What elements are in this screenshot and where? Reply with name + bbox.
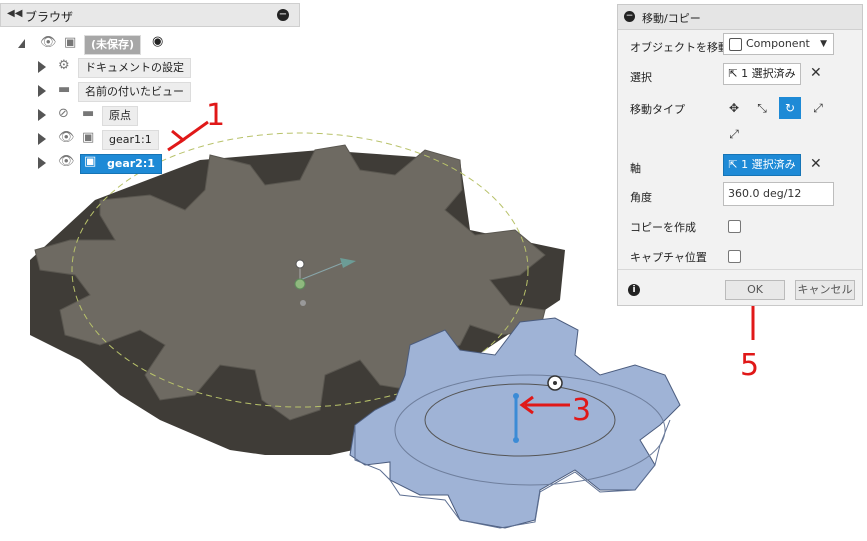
clear-axis-icon[interactable]: ✕ bbox=[810, 156, 822, 172]
minimize-icon[interactable]: − bbox=[277, 9, 289, 21]
folder-icon: ▬ bbox=[58, 82, 71, 97]
annotation-3: 3 bbox=[572, 393, 591, 428]
expand-right-icon[interactable] bbox=[38, 133, 46, 145]
capture-position-label: キャプチャ位置 bbox=[630, 251, 707, 264]
tree-item-origin[interactable]: ⊘ ▬ 原点 bbox=[0, 106, 300, 126]
tree-item-gear1[interactable]: 👁 ▣ gear1:1 bbox=[0, 130, 300, 150]
tree-item-named-views[interactable]: ▬ 名前の付いたビュー bbox=[0, 82, 300, 102]
component-icon: ▣ bbox=[84, 154, 97, 169]
expand-right-icon[interactable] bbox=[38, 61, 46, 73]
collapse-icon[interactable]: ◀◀ bbox=[7, 8, 22, 19]
expand-right-icon[interactable] bbox=[38, 157, 46, 169]
eye-icon[interactable]: 👁 bbox=[58, 154, 75, 169]
folder-icon: ▬ bbox=[82, 106, 95, 121]
expand-down-icon[interactable] bbox=[18, 39, 25, 48]
component-icon: ▣ bbox=[82, 130, 95, 145]
tree-item-label[interactable]: 名前の付いたビュー bbox=[78, 82, 191, 102]
ok-button[interactable]: OK bbox=[725, 280, 785, 300]
create-copy-label: コピーを作成 bbox=[630, 221, 696, 234]
browser-header: ◀◀ ブラウザ − bbox=[0, 3, 300, 27]
move-copy-dialog: − 移動/コピー オブジェクトを移動 Component ▼ 選択 ⇱ 1 選択… bbox=[617, 4, 863, 306]
point-to-point-icon[interactable]: ⤢ bbox=[807, 97, 829, 119]
gear-icon: ⚙ bbox=[58, 58, 70, 73]
divider bbox=[618, 269, 862, 270]
dialog-header: − 移動/コピー bbox=[618, 5, 862, 30]
rotate-icon[interactable]: ↻ bbox=[779, 97, 801, 119]
axis-label: 軸 bbox=[630, 162, 641, 175]
eye-icon[interactable]: 👁 bbox=[40, 35, 57, 50]
selection-label: 選択 bbox=[630, 71, 652, 84]
axis-selection-button[interactable]: ⇱ 1 選択済み bbox=[723, 154, 801, 176]
info-icon[interactable]: i bbox=[628, 284, 640, 296]
create-copy-checkbox[interactable] bbox=[728, 220, 741, 233]
cursor-icon: ⇱ bbox=[728, 158, 742, 171]
dialog-title: 移動/コピー bbox=[642, 12, 701, 25]
clear-selection-icon[interactable]: ✕ bbox=[810, 65, 822, 81]
tree-item-label[interactable]: 原点 bbox=[102, 106, 138, 126]
annotation-5: 5 bbox=[740, 348, 759, 383]
expand-right-icon[interactable] bbox=[38, 85, 46, 97]
move-type-label: 移動タイプ bbox=[630, 103, 685, 116]
selection-value: 1 選択済み bbox=[741, 67, 796, 80]
root-label[interactable]: (未保存) bbox=[84, 35, 142, 55]
activate-radio-icon[interactable]: ◉ bbox=[152, 34, 163, 49]
expand-right-icon[interactable] bbox=[38, 109, 46, 121]
eye-hidden-icon[interactable]: ⊘ bbox=[58, 106, 69, 121]
tree-root[interactable]: 👁 ▣ (未保存) ◉ bbox=[0, 34, 300, 55]
cursor-icon: ⇱ bbox=[728, 67, 742, 80]
browser-title: ブラウザ bbox=[25, 10, 74, 24]
move-object-label: オブジェクトを移動 bbox=[630, 41, 729, 54]
angle-label: 角度 bbox=[630, 191, 652, 204]
browser-panel: ◀◀ ブラウザ − 👁 ▣ (未保存) ◉ ⚙ ドキュメントの設定 ▬ 名前の付… bbox=[0, 0, 300, 180]
minimize-icon[interactable]: − bbox=[624, 11, 635, 22]
component-icon bbox=[729, 38, 742, 51]
tree-item-document-settings[interactable]: ⚙ ドキュメントの設定 bbox=[0, 58, 300, 78]
free-move-icon[interactable]: ✥ bbox=[723, 97, 745, 119]
point-to-position-icon[interactable]: ⤢ bbox=[723, 123, 745, 145]
component-icon: ▣ bbox=[64, 35, 77, 50]
axis-value: 1 選択済み bbox=[741, 158, 796, 171]
move-object-value: Component bbox=[746, 37, 810, 50]
move-object-select[interactable]: Component ▼ bbox=[723, 33, 834, 55]
tree-item-label[interactable]: gear1:1 bbox=[102, 130, 159, 150]
tree-item-label[interactable]: ドキュメントの設定 bbox=[78, 58, 191, 78]
angle-input[interactable]: 360.0 deg/12 bbox=[723, 182, 834, 206]
capture-position-checkbox[interactable] bbox=[728, 250, 741, 263]
chevron-down-icon: ▼ bbox=[820, 39, 827, 49]
eye-icon[interactable]: 👁 bbox=[58, 130, 75, 145]
selection-button[interactable]: ⇱ 1 選択済み bbox=[723, 63, 801, 85]
tree-item-gear2[interactable]: 👁 gear2:1 ▣ bbox=[0, 154, 300, 174]
translate-icon[interactable]: ⤡ bbox=[751, 97, 773, 119]
cancel-button[interactable]: キャンセル bbox=[795, 280, 855, 300]
